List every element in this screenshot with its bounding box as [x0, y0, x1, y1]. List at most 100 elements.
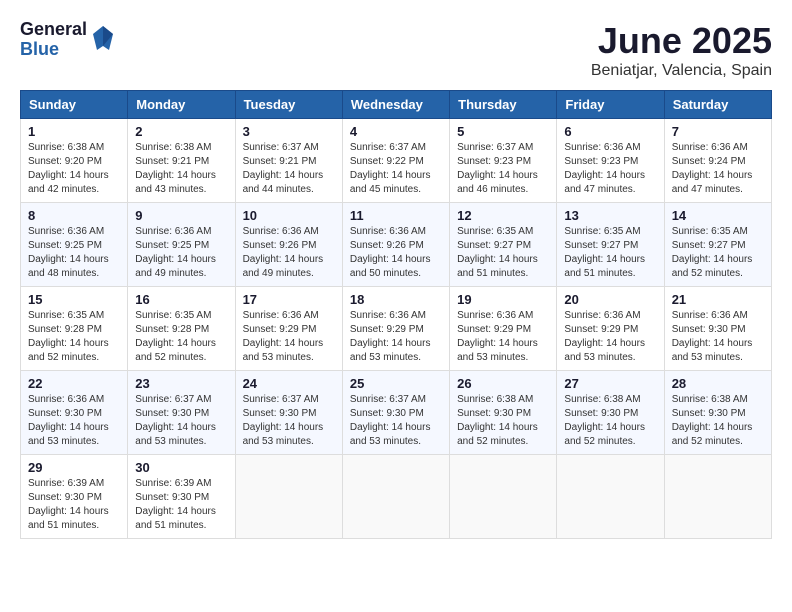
- calendar-day-3: 3 Sunrise: 6:37 AMSunset: 9:21 PMDaylight…: [235, 119, 342, 203]
- calendar-day-7: 7 Sunrise: 6:36 AMSunset: 9:24 PMDaylight…: [664, 119, 771, 203]
- day-number: 24: [243, 376, 335, 391]
- day-number: 6: [564, 124, 656, 139]
- subtitle: Beniatjar, Valencia, Spain: [591, 62, 772, 80]
- day-number: 26: [457, 376, 549, 391]
- calendar-day-9: 9Sunrise: 6:36 AMSunset: 9:25 PMDaylight…: [128, 203, 235, 287]
- day-number: 27: [564, 376, 656, 391]
- day-number: 5: [457, 124, 549, 139]
- column-header-wednesday: Wednesday: [342, 91, 449, 119]
- day-info: Sunrise: 6:38 AMSunset: 9:20 PMDaylight:…: [28, 141, 120, 197]
- title-section: June 2025 Beniatjar, Valencia, Spain: [591, 20, 772, 80]
- day-number: 29: [28, 460, 120, 475]
- column-header-monday: Monday: [128, 91, 235, 119]
- day-number: 11: [350, 208, 442, 223]
- day-info: Sunrise: 6:35 AMSunset: 9:27 PMDaylight:…: [564, 225, 656, 281]
- day-number: 14: [672, 208, 764, 223]
- logo-icon: [91, 24, 115, 52]
- day-number: 22: [28, 376, 120, 391]
- day-info: Sunrise: 6:36 AMSunset: 9:29 PMDaylight:…: [457, 309, 549, 365]
- logo-general: General: [20, 20, 87, 40]
- calendar-day-27: 27 Sunrise: 6:38 AMSunset: 9:30 PMDayligh…: [557, 371, 664, 455]
- day-number: 7: [672, 124, 764, 139]
- day-info: Sunrise: 6:38 AMSunset: 9:30 PMDaylight:…: [564, 393, 656, 449]
- column-header-sunday: Sunday: [21, 91, 128, 119]
- calendar-day-1: 1Sunrise: 6:38 AMSunset: 9:20 PMDaylight…: [21, 119, 128, 203]
- day-info: Sunrise: 6:38 AMSunset: 9:30 PMDaylight:…: [672, 393, 764, 449]
- day-info: Sunrise: 6:36 AMSunset: 9:23 PMDaylight:…: [564, 141, 656, 197]
- calendar-week-3: 15Sunrise: 6:35 AMSunset: 9:28 PMDayligh…: [21, 287, 772, 371]
- calendar-day-17: 17Sunrise: 6:36 AMSunset: 9:29 PMDayligh…: [235, 287, 342, 371]
- empty-cell: [235, 455, 342, 539]
- day-number: 19: [457, 292, 549, 307]
- day-number: 3: [243, 124, 335, 139]
- calendar-day-16: 16 Sunrise: 6:35 AMSunset: 9:28 PMDayligh…: [128, 287, 235, 371]
- day-info: Sunrise: 6:38 AMSunset: 9:21 PMDaylight:…: [135, 141, 227, 197]
- day-info: Sunrise: 6:35 AMSunset: 9:27 PMDaylight:…: [457, 225, 549, 281]
- main-title: June 2025: [591, 20, 772, 62]
- calendar-week-2: 8 Sunrise: 6:36 AMSunset: 9:25 PMDaylight…: [21, 203, 772, 287]
- calendar-day-26: 26 Sunrise: 6:38 AMSunset: 9:30 PMDayligh…: [450, 371, 557, 455]
- day-info: Sunrise: 6:36 AMSunset: 9:26 PMDaylight:…: [350, 225, 442, 281]
- calendar-week-4: 22Sunrise: 6:36 AMSunset: 9:30 PMDayligh…: [21, 371, 772, 455]
- calendar-day-6: 6 Sunrise: 6:36 AMSunset: 9:23 PMDaylight…: [557, 119, 664, 203]
- calendar-day-10: 10 Sunrise: 6:36 AMSunset: 9:26 PMDayligh…: [235, 203, 342, 287]
- calendar-day-13: 13 Sunrise: 6:35 AMSunset: 9:27 PMDayligh…: [557, 203, 664, 287]
- day-info: Sunrise: 6:35 AMSunset: 9:28 PMDaylight:…: [135, 309, 227, 365]
- day-info: Sunrise: 6:39 AMSunset: 9:30 PMDaylight:…: [28, 477, 120, 533]
- day-number: 21: [672, 292, 764, 307]
- day-number: 8: [28, 208, 120, 223]
- calendar-day-23: 23 Sunrise: 6:37 AMSunset: 9:30 PMDayligh…: [128, 371, 235, 455]
- day-info: Sunrise: 6:36 AMSunset: 9:24 PMDaylight:…: [672, 141, 764, 197]
- calendar-day-24: 24Sunrise: 6:37 AMSunset: 9:30 PMDayligh…: [235, 371, 342, 455]
- calendar-day-21: 21 Sunrise: 6:36 AMSunset: 9:30 PMDayligh…: [664, 287, 771, 371]
- calendar-day-14: 14 Sunrise: 6:35 AMSunset: 9:27 PMDayligh…: [664, 203, 771, 287]
- calendar-day-20: 20Sunrise: 6:36 AMSunset: 9:29 PMDayligh…: [557, 287, 664, 371]
- calendar-day-4: 4 Sunrise: 6:37 AMSunset: 9:22 PMDaylight…: [342, 119, 449, 203]
- calendar-day-5: 5 Sunrise: 6:37 AMSunset: 9:23 PMDaylight…: [450, 119, 557, 203]
- day-number: 25: [350, 376, 442, 391]
- day-info: Sunrise: 6:37 AMSunset: 9:23 PMDaylight:…: [457, 141, 549, 197]
- day-number: 23: [135, 376, 227, 391]
- logo-blue: Blue: [20, 40, 87, 60]
- day-info: Sunrise: 6:35 AMSunset: 9:28 PMDaylight:…: [28, 309, 120, 365]
- day-info: Sunrise: 6:38 AMSunset: 9:30 PMDaylight:…: [457, 393, 549, 449]
- day-info: Sunrise: 6:39 AMSunset: 9:30 PMDaylight:…: [135, 477, 227, 533]
- day-info: Sunrise: 6:35 AMSunset: 9:27 PMDaylight:…: [672, 225, 764, 281]
- page-header: General Blue June 2025 Beniatjar, Valenc…: [20, 20, 772, 80]
- calendar-week-5: 29 Sunrise: 6:39 AMSunset: 9:30 PMDayligh…: [21, 455, 772, 539]
- empty-cell: [450, 455, 557, 539]
- calendar-day-22: 22Sunrise: 6:36 AMSunset: 9:30 PMDayligh…: [21, 371, 128, 455]
- calendar-day-18: 18Sunrise: 6:36 AMSunset: 9:29 PMDayligh…: [342, 287, 449, 371]
- calendar-day-28: 28 Sunrise: 6:38 AMSunset: 9:30 PMDayligh…: [664, 371, 771, 455]
- calendar-day-8: 8 Sunrise: 6:36 AMSunset: 9:25 PMDaylight…: [21, 203, 128, 287]
- day-number: 2: [135, 124, 227, 139]
- day-info: Sunrise: 6:36 AMSunset: 9:26 PMDaylight:…: [243, 225, 335, 281]
- day-info: Sunrise: 6:36 AMSunset: 9:25 PMDaylight:…: [28, 225, 120, 281]
- day-info: Sunrise: 6:37 AMSunset: 9:22 PMDaylight:…: [350, 141, 442, 197]
- column-header-thursday: Thursday: [450, 91, 557, 119]
- empty-cell: [557, 455, 664, 539]
- day-number: 16: [135, 292, 227, 307]
- calendar-header-row: SundayMondayTuesdayWednesdayThursdayFrid…: [21, 91, 772, 119]
- day-number: 10: [243, 208, 335, 223]
- day-info: Sunrise: 6:36 AMSunset: 9:30 PMDaylight:…: [672, 309, 764, 365]
- day-number: 17: [243, 292, 335, 307]
- column-header-friday: Friday: [557, 91, 664, 119]
- calendar-day-12: 12 Sunrise: 6:35 AMSunset: 9:27 PMDayligh…: [450, 203, 557, 287]
- calendar-day-30: 30Sunrise: 6:39 AMSunset: 9:30 PMDayligh…: [128, 455, 235, 539]
- day-info: Sunrise: 6:37 AMSunset: 9:30 PMDaylight:…: [350, 393, 442, 449]
- day-number: 13: [564, 208, 656, 223]
- day-number: 28: [672, 376, 764, 391]
- day-number: 4: [350, 124, 442, 139]
- day-info: Sunrise: 6:37 AMSunset: 9:30 PMDaylight:…: [135, 393, 227, 449]
- day-info: Sunrise: 6:36 AMSunset: 9:25 PMDaylight:…: [135, 225, 227, 281]
- day-info: Sunrise: 6:37 AMSunset: 9:21 PMDaylight:…: [243, 141, 335, 197]
- day-number: 12: [457, 208, 549, 223]
- day-info: Sunrise: 6:36 AMSunset: 9:29 PMDaylight:…: [564, 309, 656, 365]
- empty-cell: [664, 455, 771, 539]
- logo: General Blue: [20, 20, 115, 60]
- empty-cell: [342, 455, 449, 539]
- calendar-table: SundayMondayTuesdayWednesdayThursdayFrid…: [20, 90, 772, 539]
- calendar-week-1: 1Sunrise: 6:38 AMSunset: 9:20 PMDaylight…: [21, 119, 772, 203]
- column-header-tuesday: Tuesday: [235, 91, 342, 119]
